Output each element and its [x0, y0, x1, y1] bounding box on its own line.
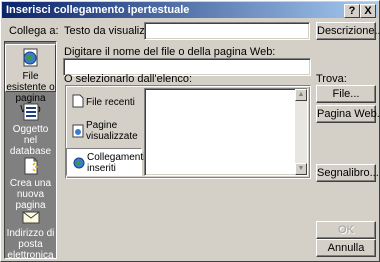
option-browsed-pages[interactable]: Pagine visualizzate: [66, 116, 142, 142]
email-envelope-icon: [22, 211, 39, 224]
bookmark-button[interactable]: Segnalibro...: [316, 164, 379, 182]
listbox-scrollbar[interactable]: ▲ ▼: [295, 89, 307, 175]
select-list-group: File recenti Pagine visualizzate Collega…: [65, 85, 311, 179]
browse-file-button[interactable]: File...: [316, 85, 376, 103]
ok-button[interactable]: OK: [316, 221, 376, 239]
link-to-new-page[interactable]: Crea una nuova pagina: [5, 152, 56, 211]
document-icon: [72, 94, 84, 108]
link-to-label: Collega a:: [9, 25, 59, 37]
option-inserted-links-label: Collegamenti inseriti: [87, 152, 146, 174]
description-button[interactable]: Descrizione...: [316, 22, 380, 40]
option-recent-files[interactable]: File recenti: [66, 90, 142, 112]
title-bar: Inserisci collegamento ipertestuale ? X: [2, 2, 378, 18]
help-button[interactable]: ?: [344, 4, 360, 18]
link-to-email-address[interactable]: Indirizzo di posta elettronica: [5, 204, 56, 261]
scroll-down-icon[interactable]: ▼: [295, 163, 307, 175]
option-browsed-pages-label: Pagine visualizzate: [86, 120, 138, 142]
option-recent-files-label: File recenti: [86, 97, 135, 108]
option-inserted-links[interactable]: Collegamenti inseriti: [66, 148, 146, 176]
browse-web-page-button[interactable]: Pagina Web...: [316, 105, 380, 123]
browsed-page-icon: [72, 124, 84, 138]
close-button[interactable]: X: [360, 4, 376, 18]
scroll-up-icon[interactable]: ▲: [295, 89, 307, 101]
cancel-button[interactable]: Annulla: [316, 239, 376, 257]
text-to-display-input[interactable]: [144, 22, 310, 40]
database-object-icon: [23, 103, 38, 121]
inserted-links-icon: [73, 157, 85, 169]
dialog-title: Inserisci collegamento ipertestuale: [6, 4, 190, 16]
link-to-existing-file[interactable]: File esistente o pagina Web: [5, 44, 56, 115]
link-to-email-address-label: Indirizzo di posta elettronica: [6, 228, 55, 261]
link-to-database-object[interactable]: Oggetto nel database: [5, 98, 56, 157]
insert-hyperlink-dialog: Inserisci collegamento ipertestuale ? X …: [0, 0, 380, 262]
globe-page-icon: [23, 48, 37, 67]
links-listbox[interactable]: ▲ ▼: [144, 88, 308, 176]
link-to-bar: File esistente o pagina Web Oggetto nel …: [4, 41, 57, 261]
new-page-icon: [24, 157, 38, 175]
